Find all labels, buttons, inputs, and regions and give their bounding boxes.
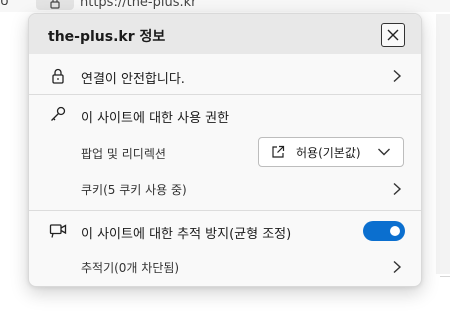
popup-header: the-plus.kr 정보 <box>29 14 421 54</box>
chevron-right-icon <box>393 69 402 83</box>
popup-redirect-value: 허용(기본값) <box>296 146 361 160</box>
chevron-right-icon <box>393 260 402 274</box>
tracking-toggle[interactable] <box>363 221 405 241</box>
top-left-glyph: ט <box>0 0 9 9</box>
tracking-heading: 이 사이트에 대한 추적 방지(균형 조정) <box>81 227 292 242</box>
trackers-label: 추적기(0개 차단됨) <box>81 261 180 275</box>
popup-redirect-select[interactable]: 허용(기본값) <box>258 137 404 167</box>
close-icon <box>387 29 399 41</box>
browser-address-bar: ט https://the-plus.kr <box>0 0 450 12</box>
divider <box>29 94 421 95</box>
page-background-region <box>436 14 450 274</box>
lock-icon <box>50 0 60 9</box>
permissions-heading: 이 사이트에 대한 사용 권한 <box>81 111 230 126</box>
key-icon <box>51 106 66 121</box>
lock-icon <box>52 68 64 84</box>
trackers-row[interactable]: 추적기(0개 차단됨) <box>29 250 421 284</box>
site-info-button[interactable] <box>36 0 74 10</box>
divider <box>29 210 421 211</box>
site-info-popup: the-plus.kr 정보 연결이 안전합니다. 이 사이트에 대한 사용 권… <box>28 13 422 287</box>
external-link-icon <box>272 145 285 158</box>
url-text[interactable]: https://the-plus.kr <box>80 0 197 10</box>
connection-label: 연결이 안전합니다. <box>81 72 185 87</box>
chevron-down-icon <box>378 148 390 156</box>
permissions-section: 이 사이트에 대한 사용 권한 <box>29 96 421 132</box>
cookies-row[interactable]: 쿠키(5 쿠키 사용 중) <box>29 172 421 208</box>
close-button[interactable] <box>381 23 405 47</box>
chevron-right-icon <box>393 182 402 196</box>
toggle-knob <box>390 226 400 236</box>
camera-icon <box>49 224 67 238</box>
connection-row[interactable]: 연결이 안전합니다. <box>29 58 421 94</box>
page-background-divider <box>440 276 450 277</box>
popup-redirect-label: 팝업 및 리디렉션 <box>81 147 166 161</box>
popup-title: the-plus.kr 정보 <box>48 29 166 45</box>
cookies-label: 쿠키(5 쿠키 사용 중) <box>81 183 187 197</box>
